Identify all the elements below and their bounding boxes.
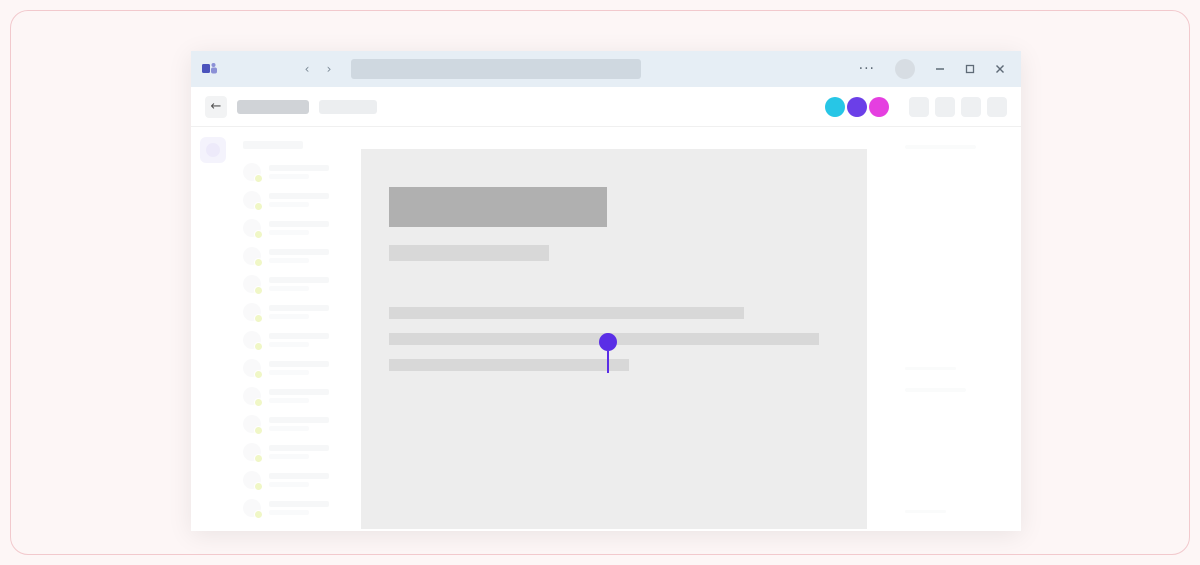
- chat-avatar: [243, 359, 261, 377]
- chat-item-title: [269, 389, 329, 395]
- chat-item-subtitle: [269, 258, 309, 263]
- chat-avatar: [243, 163, 261, 181]
- chat-item-title: [269, 277, 329, 283]
- chat-list-item[interactable]: [243, 163, 367, 181]
- chat-avatar: [243, 219, 261, 237]
- chat-item-subtitle: [269, 510, 309, 515]
- profile-avatar[interactable]: [895, 59, 915, 79]
- document-text-line: [389, 359, 629, 371]
- chat-list-item[interactable]: [243, 471, 367, 489]
- document-subtitle-placeholder: [389, 245, 549, 261]
- header-action-1[interactable]: [909, 97, 929, 117]
- chat-list-header: [243, 141, 303, 149]
- chat-item-subtitle: [269, 342, 309, 347]
- chat-item-subtitle: [269, 426, 309, 431]
- chat-list-item[interactable]: [243, 219, 367, 237]
- chat-list-item[interactable]: [243, 359, 367, 377]
- sub-header: ←: [191, 87, 1021, 127]
- header-action-4[interactable]: [987, 97, 1007, 117]
- header-action-3[interactable]: [961, 97, 981, 117]
- chat-item-subtitle: [269, 286, 309, 291]
- chat-item-title: [269, 473, 329, 479]
- chat-item-title: [269, 221, 329, 227]
- rail-chat-icon[interactable]: [200, 137, 226, 163]
- chat-avatar: [243, 387, 261, 405]
- document-title-placeholder: [389, 187, 607, 227]
- chat-avatar: [243, 247, 261, 265]
- chat-list-item[interactable]: [243, 443, 367, 461]
- presence-dot-3[interactable]: [869, 97, 889, 117]
- document-text-line: [389, 307, 744, 319]
- chat-avatar: [243, 471, 261, 489]
- presence-dot-1[interactable]: [825, 97, 845, 117]
- chat-avatar: [243, 331, 261, 349]
- window-minimize-button[interactable]: [929, 58, 951, 80]
- chat-item-title: [269, 445, 329, 451]
- chat-avatar: [243, 275, 261, 293]
- document-panel[interactable]: [361, 149, 867, 529]
- chat-item-subtitle: [269, 314, 309, 319]
- breadcrumb-secondary[interactable]: [319, 100, 377, 114]
- chat-item-title: [269, 501, 329, 507]
- chat-avatar: [243, 443, 261, 461]
- chat-list-item[interactable]: [243, 331, 367, 349]
- chat-avatar: [243, 499, 261, 517]
- chat-item-title: [269, 165, 329, 171]
- breadcrumb-primary[interactable]: [237, 100, 309, 114]
- chat-item-subtitle: [269, 482, 309, 487]
- chat-item-title: [269, 193, 329, 199]
- chat-avatar: [243, 415, 261, 433]
- chat-list-item[interactable]: [243, 191, 367, 209]
- chat-item-title: [269, 249, 329, 255]
- back-button[interactable]: ←: [205, 96, 227, 118]
- collaborator-presence: [825, 97, 889, 117]
- chat-item-title: [269, 361, 329, 367]
- chat-item-title: [269, 333, 329, 339]
- chat-list-item[interactable]: [243, 387, 367, 405]
- header-action-2[interactable]: [935, 97, 955, 117]
- chat-item-title: [269, 417, 329, 423]
- app-rail: [191, 127, 235, 531]
- app-body: [191, 127, 1021, 531]
- chat-item-subtitle: [269, 398, 309, 403]
- chat-item-subtitle: [269, 202, 309, 207]
- search-input[interactable]: [351, 59, 641, 79]
- more-options-button[interactable]: ···: [853, 61, 881, 77]
- app-window: ‹ › ··· ←: [191, 51, 1021, 531]
- presence-dot-2[interactable]: [847, 97, 867, 117]
- title-bar: ‹ › ···: [191, 51, 1021, 87]
- window-maximize-button[interactable]: [959, 58, 981, 80]
- chat-item-subtitle: [269, 370, 309, 375]
- chat-list: [235, 127, 375, 531]
- illustration-frame: ‹ › ··· ←: [10, 10, 1190, 555]
- chat-item-subtitle: [269, 454, 309, 459]
- nav-forward-button[interactable]: ›: [319, 59, 339, 79]
- chat-list-item[interactable]: [243, 275, 367, 293]
- chat-list-item[interactable]: [243, 303, 367, 321]
- chat-item-subtitle: [269, 230, 309, 235]
- chat-item-title: [269, 305, 329, 311]
- chat-avatar: [243, 303, 261, 321]
- nav-back-button[interactable]: ‹: [297, 59, 317, 79]
- right-side-pane: [891, 127, 1021, 531]
- chat-item-subtitle: [269, 174, 309, 179]
- chat-list-item[interactable]: [243, 499, 367, 517]
- teams-app-icon: [201, 60, 219, 78]
- chat-list-item[interactable]: [243, 415, 367, 433]
- chat-avatar: [243, 191, 261, 209]
- chat-list-item[interactable]: [243, 247, 367, 265]
- window-close-button[interactable]: [989, 58, 1011, 80]
- document-text-line: [389, 333, 819, 345]
